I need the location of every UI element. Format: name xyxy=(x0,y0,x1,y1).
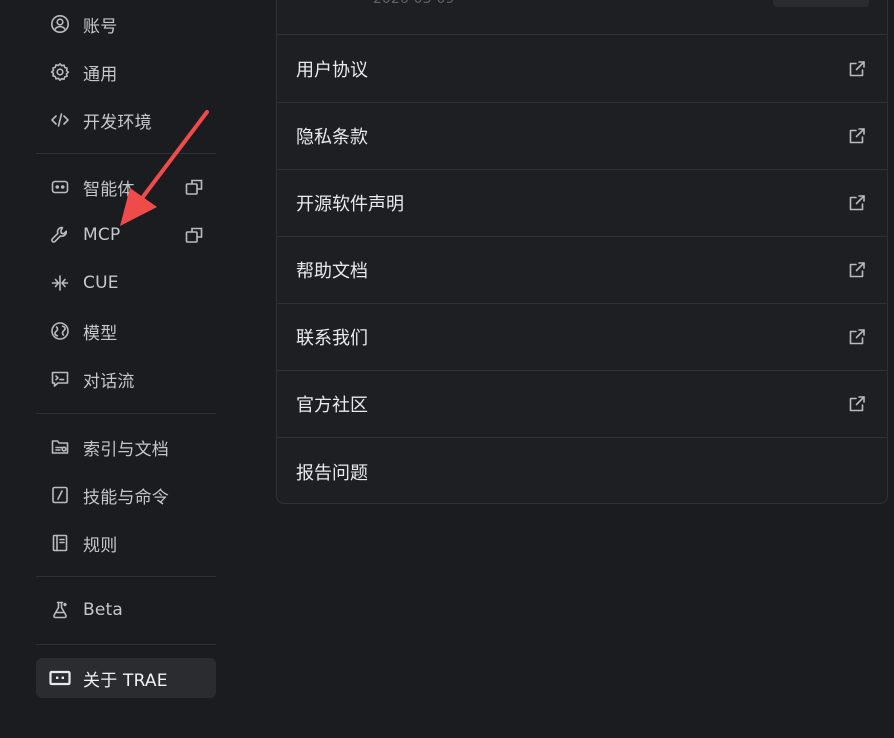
link-row-help-docs[interactable]: 帮助文档 xyxy=(277,237,887,304)
user-circle-icon xyxy=(48,12,72,36)
external-link-icon xyxy=(847,327,867,347)
sidebar-item-general[interactable]: 通用 xyxy=(36,52,216,92)
folder-index-icon xyxy=(48,435,72,459)
sidebar-item-label: MCP xyxy=(83,225,121,245)
link-row-label: 联系我们 xyxy=(296,328,368,349)
sidebar-item-label: Beta xyxy=(83,600,124,620)
version-info-row: 2026-03-09 xyxy=(277,0,887,35)
link-row-label: 官方社区 xyxy=(296,395,368,416)
sidebar-item-account[interactable]: 账号 xyxy=(36,4,216,44)
sidebar-item-label: 智能体 xyxy=(83,179,135,200)
link-row-official-community[interactable]: 官方社区 xyxy=(277,371,887,438)
code-icon xyxy=(48,108,72,132)
slash-command-icon xyxy=(48,483,72,507)
release-date: 2026-03-09 xyxy=(373,0,454,7)
sidebar-item-model[interactable]: 模型 xyxy=(36,311,216,351)
sidebar-divider xyxy=(36,153,216,154)
sidebar-item-mcp[interactable]: MCP xyxy=(36,215,216,255)
terminal-chat-icon xyxy=(48,367,72,391)
wrench-icon xyxy=(48,223,72,247)
robot-icon xyxy=(48,175,72,199)
settings-window: 账号 通用 开发环境 智能体 MCP CUE 模型 对话流 索引与文档 技能与命… xyxy=(0,0,894,738)
sidebar-item-agent[interactable]: 智能体 xyxy=(36,167,216,207)
sidebar-item-conversation-flow[interactable]: 对话流 xyxy=(36,359,216,399)
sidebar-item-index-docs[interactable]: 索引与文档 xyxy=(36,427,216,467)
model-icon xyxy=(48,319,72,343)
rules-book-icon xyxy=(48,531,72,555)
open-external-window-icon[interactable] xyxy=(184,177,204,197)
sidebar-item-label: 规则 xyxy=(83,535,118,556)
sidebar-item-label: 关于 TRAE xyxy=(83,670,168,691)
sidebar-item-label: CUE xyxy=(83,273,119,293)
sidebar-item-label: 模型 xyxy=(83,323,118,344)
link-row-privacy[interactable]: 隐私条款 xyxy=(277,103,887,170)
about-links-card: 2026-03-09 用户协议 隐私条款 开源软件声明 帮助文档 xyxy=(276,0,888,504)
sidebar-item-rules[interactable]: 规则 xyxy=(36,523,216,563)
sidebar-divider xyxy=(36,576,216,577)
sidebar-item-cue[interactable]: CUE xyxy=(36,263,216,303)
external-link-icon xyxy=(847,260,867,280)
external-link-icon xyxy=(847,394,867,414)
link-row-label: 用户协议 xyxy=(296,60,368,81)
sidebar-divider xyxy=(36,644,216,645)
external-link-icon xyxy=(847,126,867,146)
external-link-icon xyxy=(847,193,867,213)
link-row-label: 隐私条款 xyxy=(296,127,368,148)
sidebar-item-beta[interactable]: Beta xyxy=(36,590,216,630)
update-button[interactable] xyxy=(773,0,869,7)
cue-icon xyxy=(48,271,72,295)
link-row-label: 帮助文档 xyxy=(296,261,368,282)
sidebar-item-about-trae[interactable]: 关于 TRAE xyxy=(36,658,216,698)
sidebar-divider xyxy=(36,413,216,414)
trae-logo-icon xyxy=(48,666,72,690)
link-row-user-agreement[interactable]: 用户协议 xyxy=(277,36,887,103)
open-external-window-icon[interactable] xyxy=(184,225,204,245)
external-link-icon xyxy=(847,59,867,79)
sidebar-item-skills-commands[interactable]: 技能与命令 xyxy=(36,475,216,515)
sidebar-item-label: 对话流 xyxy=(83,371,135,392)
link-row-label: 报告问题 xyxy=(296,462,368,484)
flask-icon xyxy=(48,598,72,622)
sidebar-item-label: 账号 xyxy=(83,16,118,37)
gear-icon xyxy=(48,60,72,84)
sidebar-item-dev-environment[interactable]: 开发环境 xyxy=(36,100,216,140)
link-row-label: 开源软件声明 xyxy=(296,194,404,215)
sidebar-item-label: 开发环境 xyxy=(83,112,152,133)
link-row-contact-us[interactable]: 联系我们 xyxy=(277,304,887,371)
sidebar-item-label: 通用 xyxy=(83,64,118,85)
link-row-report-issue[interactable]: 报告问题 xyxy=(277,438,887,505)
sidebar-item-label: 索引与文档 xyxy=(83,439,169,460)
sidebar-item-label: 技能与命令 xyxy=(83,487,169,508)
link-row-open-source-notice[interactable]: 开源软件声明 xyxy=(277,170,887,237)
